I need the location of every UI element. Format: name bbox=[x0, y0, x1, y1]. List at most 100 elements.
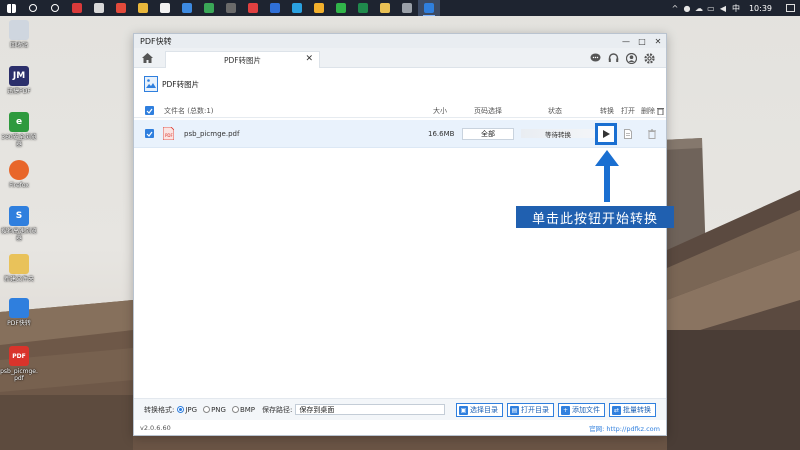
desktop-icon-1[interactable]: JM 迅捷PDF bbox=[0, 66, 38, 95]
taskbar-app-photo-icon[interactable] bbox=[88, 0, 110, 16]
desktop-icon-5[interactable]: 新建文件夹 bbox=[0, 254, 38, 283]
chat-icon[interactable] bbox=[588, 51, 602, 65]
header-file-name: 文件名 (总数:1) bbox=[164, 106, 214, 115]
header-open: 打开 bbox=[621, 106, 635, 115]
taskbar-app-shot-icon[interactable] bbox=[286, 0, 308, 16]
section-title: PDF转图片 bbox=[162, 79, 200, 89]
svg-text:PDF: PDF bbox=[165, 133, 173, 138]
open-directory-label: 打开目录 bbox=[521, 406, 549, 414]
taskbar-app-wechat-icon[interactable] bbox=[330, 0, 352, 16]
add-file-label: 添加文件 bbox=[572, 406, 600, 414]
maximize-button[interactable]: □ bbox=[634, 34, 650, 48]
taskbar-app-pdf-active-icon[interactable] bbox=[418, 0, 440, 16]
taskbar-app-red-icon[interactable] bbox=[66, 0, 88, 16]
convert-play-button[interactable] bbox=[595, 122, 617, 145]
headset-icon[interactable] bbox=[606, 51, 620, 65]
trash-icon[interactable] bbox=[648, 128, 656, 139]
select-all-checkbox[interactable] bbox=[145, 106, 154, 115]
pdf-to-image-icon bbox=[144, 76, 158, 92]
tab-bar: PDF转图片 ✕ bbox=[134, 48, 666, 68]
taskbar-app-folder-icon[interactable] bbox=[374, 0, 396, 16]
taskbar-app-red-camera-icon[interactable] bbox=[242, 0, 264, 16]
desktop-icon-label: 回收站 bbox=[9, 42, 28, 49]
taskbar-windows-logo-icon[interactable] bbox=[0, 0, 22, 16]
taskbar: ^ ● ☁ ▭ ◀ 中 10:39 bbox=[0, 0, 800, 16]
delete-all-icon[interactable] bbox=[657, 107, 664, 115]
chevron-up-icon[interactable]: ^ bbox=[669, 0, 681, 16]
taskbar-apps bbox=[0, 0, 440, 16]
desktop-icon-label: 新建文件夹 bbox=[3, 276, 34, 283]
row-checkbox[interactable] bbox=[145, 129, 154, 138]
file-name: psb_picmge.pdf bbox=[184, 129, 240, 138]
taskbar-app-yellow-icon[interactable] bbox=[132, 0, 154, 16]
format-label: 转换格式: bbox=[144, 405, 175, 414]
minimize-button[interactable]: — bbox=[618, 34, 634, 48]
gear-icon[interactable] bbox=[642, 51, 656, 65]
desktop-icon-label: 360安全浏览器 bbox=[1, 134, 37, 148]
desktop-icon-label: 迅捷PDF bbox=[7, 88, 31, 95]
system-tray: ^ ● ☁ ▭ ◀ 中 10:39 bbox=[669, 0, 800, 16]
desktop-icon-2[interactable]: e 360安全浏览器 bbox=[0, 112, 38, 148]
open-file-icon[interactable] bbox=[624, 128, 632, 139]
desktop-icon-6[interactable]: PDF快转 bbox=[0, 298, 38, 327]
taskbar-app-blue-arrow-icon[interactable] bbox=[176, 0, 198, 16]
choose-directory-button[interactable]: ▣ 选择目录 bbox=[456, 403, 503, 417]
plus-icon: + bbox=[561, 405, 570, 415]
sogou-icon: S bbox=[9, 206, 29, 226]
desktop-icon-label: PDF快转 bbox=[7, 320, 31, 327]
add-file-button[interactable]: + 添加文件 bbox=[558, 403, 605, 417]
header-delete: 删除 bbox=[641, 106, 655, 115]
desktop-icon-label: Firefox bbox=[9, 182, 29, 189]
radio-png[interactable] bbox=[203, 406, 211, 413]
taskbar-app-gray-icon[interactable] bbox=[396, 0, 418, 16]
arrow-up-icon bbox=[595, 150, 619, 202]
taskbar-app-chrome-icon[interactable] bbox=[198, 0, 220, 16]
taskbar-task-view-icon[interactable] bbox=[44, 0, 66, 16]
taskbar-search-icon[interactable] bbox=[22, 0, 44, 16]
user-icon[interactable] bbox=[624, 51, 638, 65]
page-selection-input[interactable]: 全部 bbox=[462, 127, 514, 140]
input-method-indicator[interactable]: 中 bbox=[729, 3, 743, 14]
desktop-icon-4[interactable]: S 搜狗高速浏览器 bbox=[0, 206, 38, 242]
tray-app-icon[interactable]: ● bbox=[681, 0, 693, 16]
home-icon[interactable] bbox=[140, 51, 154, 65]
radio-bmp[interactable] bbox=[231, 406, 239, 413]
title-bar: PDF快转 — □ ✕ bbox=[134, 34, 666, 48]
desktop-icon-label: psb_picmge.pdf bbox=[0, 368, 38, 382]
pdf-cloud-icon bbox=[9, 298, 29, 318]
batch-convert-label: 批量转换 bbox=[623, 406, 651, 414]
table-row[interactable]: PDF psb_picmge.pdf 16.6MB 全部 等待转换 bbox=[134, 120, 666, 148]
pdf-file-icon: PDF bbox=[163, 127, 174, 140]
close-button[interactable]: ✕ bbox=[650, 34, 666, 48]
version-text: v2.0.6.60 bbox=[140, 423, 171, 432]
volume-icon[interactable]: ◀ bbox=[717, 0, 729, 16]
taskbar-app-pdf-red-icon[interactable] bbox=[110, 0, 132, 16]
desktop-icon-0[interactable]: 回收站 bbox=[0, 20, 38, 49]
open-directory-button[interactable]: ▤ 打开目录 bbox=[507, 403, 554, 417]
file-table-header: 文件名 (总数:1) 大小 页码选择 状态 转换 打开 删除 bbox=[134, 104, 666, 118]
desktop-icon-7[interactable]: PDF psb_picmge.pdf bbox=[0, 346, 38, 382]
taskbar-app-emoji-icon[interactable] bbox=[308, 0, 330, 16]
radio-jpg[interactable] bbox=[177, 406, 185, 413]
desktop-icon-3[interactable]: Firefox bbox=[0, 160, 38, 189]
taskbar-app-blue-icon[interactable] bbox=[264, 0, 286, 16]
folder-open-icon: ▤ bbox=[510, 405, 519, 415]
network-icon[interactable]: ▭ bbox=[705, 0, 717, 16]
tab-label: PDF转图片 bbox=[223, 55, 262, 65]
cloud-icon[interactable]: ☁ bbox=[693, 0, 705, 16]
tab-pdf-to-image[interactable]: PDF转图片 ✕ bbox=[165, 51, 320, 68]
taskbar-app-excel-icon[interactable] bbox=[352, 0, 374, 16]
radio-jpg-label: JPG bbox=[185, 405, 198, 414]
notification-icon[interactable] bbox=[780, 0, 800, 16]
website-link[interactable]: 官网: http://pdfkz.com bbox=[589, 423, 660, 433]
save-path-input[interactable] bbox=[295, 404, 446, 415]
header-convert: 转换 bbox=[600, 106, 614, 115]
batch-convert-button[interactable]: ⇄ 批量转换 bbox=[609, 403, 656, 417]
clock[interactable]: 10:39 bbox=[743, 4, 780, 13]
taskbar-app-file-icon[interactable] bbox=[154, 0, 176, 16]
radio-bmp-label: BMP bbox=[239, 405, 256, 414]
taskbar-app-camera-icon[interactable] bbox=[220, 0, 242, 16]
desktop-icon-label: 搜狗高速浏览器 bbox=[0, 228, 37, 242]
recycle-bin-icon bbox=[9, 20, 29, 40]
tab-close-icon[interactable]: ✕ bbox=[305, 54, 313, 64]
